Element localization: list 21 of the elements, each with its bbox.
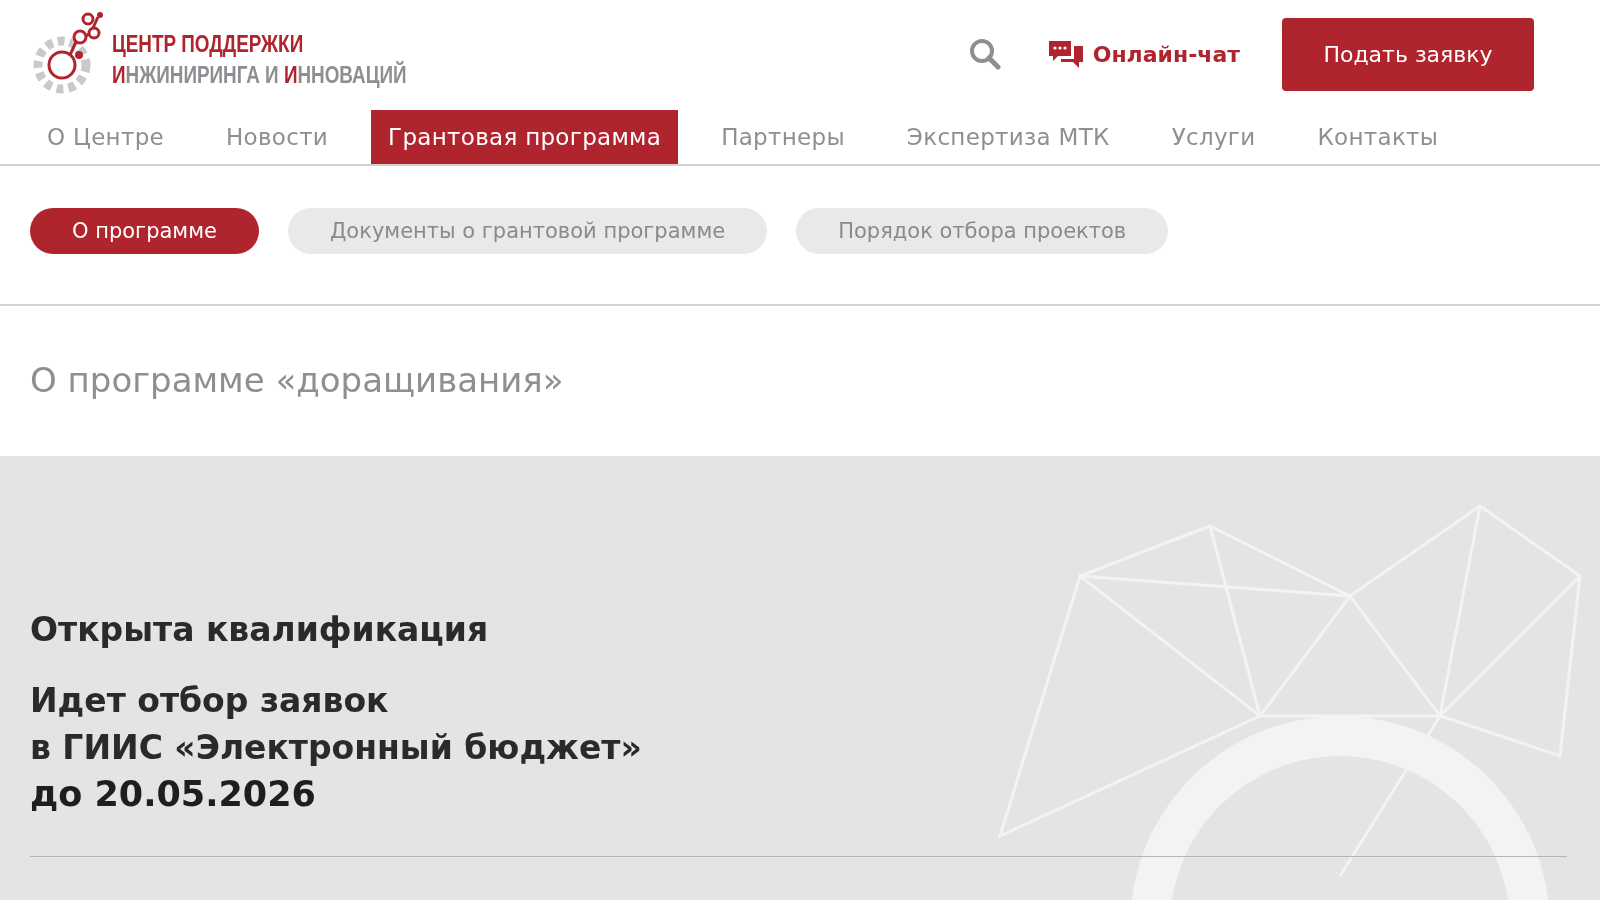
section-tab[interactable]: Документы о грантовой программе [287, 208, 768, 254]
online-chat-link[interactable]: Онлайн-чат [1048, 39, 1240, 69]
search-icon[interactable] [968, 38, 1001, 70]
nav-tab[interactable]: О Центре [28, 110, 183, 164]
nav-tab[interactable]: Грантовая программа [371, 110, 679, 164]
section-tab[interactable]: О программе [30, 208, 259, 254]
section-tab[interactable]: Порядок отбора проектов [796, 208, 1169, 254]
nav-tab[interactable]: Контакты [1298, 110, 1458, 164]
logo-text: ИНЖИНИРИНГА И ИННОВАЦИЙ [112, 60, 407, 90]
nav-tab[interactable]: Новости [207, 110, 348, 164]
banner-heading: Открыта квалификация [30, 610, 490, 649]
chat-bubbles-icon [1048, 39, 1083, 69]
nav-tab[interactable]: Партнеры [702, 110, 864, 164]
logo-text: ЦЕНТР ПОДДЕРЖКИ [112, 30, 305, 59]
page-title: О программе «доращивания» [29, 359, 565, 402]
nav-tab[interactable]: Экспертиза МТК [887, 110, 1129, 164]
apply-button[interactable]: Подать заявку [1282, 17, 1534, 91]
deadline-text: до 20.05.2026 [30, 773, 317, 816]
nav-tab[interactable]: Услуги [1152, 110, 1275, 164]
banner-text: Идет отбор заявок [30, 680, 390, 722]
banner-text: в ГИИС «Электронный бюджет» [30, 727, 643, 769]
